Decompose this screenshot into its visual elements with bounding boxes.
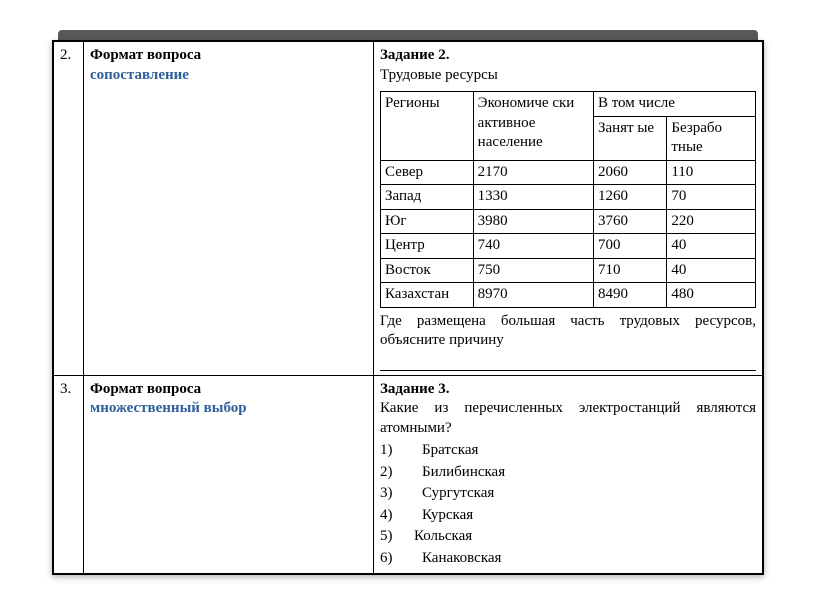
header-row: Регионы Экономиче ски активное население…	[381, 92, 756, 117]
format-label: Формат вопроса	[90, 381, 201, 397]
list-item: 4)Курская	[380, 505, 756, 527]
table-row: Юг 3980 3760 220	[381, 209, 756, 234]
task-title: Задание 3.	[380, 381, 449, 397]
question-text: Где размещена большая часть трудовых рес…	[380, 312, 756, 351]
list-item: 5)Кольская	[380, 526, 756, 548]
task-cell: Задание 2. Трудовые ресурсы Регионы Экон…	[374, 42, 763, 376]
option-list: 1)Братская 2)Билибинская 3)Сургутская 4)…	[380, 440, 756, 569]
col-unemployed: Безрабо тные	[667, 116, 756, 160]
table-row: Запад 1330 1260 70	[381, 185, 756, 210]
list-item: 6)Канаковская	[380, 548, 756, 570]
row-number: 2.	[54, 42, 84, 376]
row-number: 3.	[54, 375, 84, 574]
format-type: множественный выбор	[90, 400, 247, 416]
data-table: Регионы Экономиче ски активное население…	[380, 91, 756, 308]
format-cell: Формат вопроса сопоставление	[84, 42, 374, 376]
task-subtitle: Трудовые ресурсы	[380, 67, 498, 83]
col-region: Регионы	[381, 92, 474, 161]
main-table: 2. Формат вопроса сопоставление Задание …	[53, 41, 763, 574]
format-label: Формат вопроса	[90, 47, 201, 63]
list-item: 3)Сургутская	[380, 483, 756, 505]
col-employed: Занят ые	[593, 116, 666, 160]
table-row: 3. Формат вопроса множественный выбор За…	[54, 375, 763, 574]
list-item: 1)Братская	[380, 440, 756, 462]
task-title: Задание 2.	[380, 47, 449, 63]
document-page: 2. Формат вопроса сопоставление Задание …	[52, 40, 764, 575]
answer-blank	[380, 353, 756, 371]
table-row: 2. Формат вопроса сопоставление Задание …	[54, 42, 763, 376]
list-item: 2)Билибинская	[380, 462, 756, 484]
table-row: Север 2170 2060 110	[381, 160, 756, 185]
format-type: сопоставление	[90, 67, 189, 83]
col-including: В том числе	[593, 92, 755, 117]
format-cell: Формат вопроса множественный выбор	[84, 375, 374, 574]
col-active: Экономиче ски активное население	[473, 92, 593, 161]
task-cell: Задание 3. Какие из перечисленных электр…	[374, 375, 763, 574]
table-row: Восток 750 710 40	[381, 258, 756, 283]
table-row: Центр 740 700 40	[381, 234, 756, 259]
table-row: Казахстан 8970 8490 480	[381, 283, 756, 308]
task-question: Какие из перечисленных электростанций яв…	[380, 399, 756, 438]
